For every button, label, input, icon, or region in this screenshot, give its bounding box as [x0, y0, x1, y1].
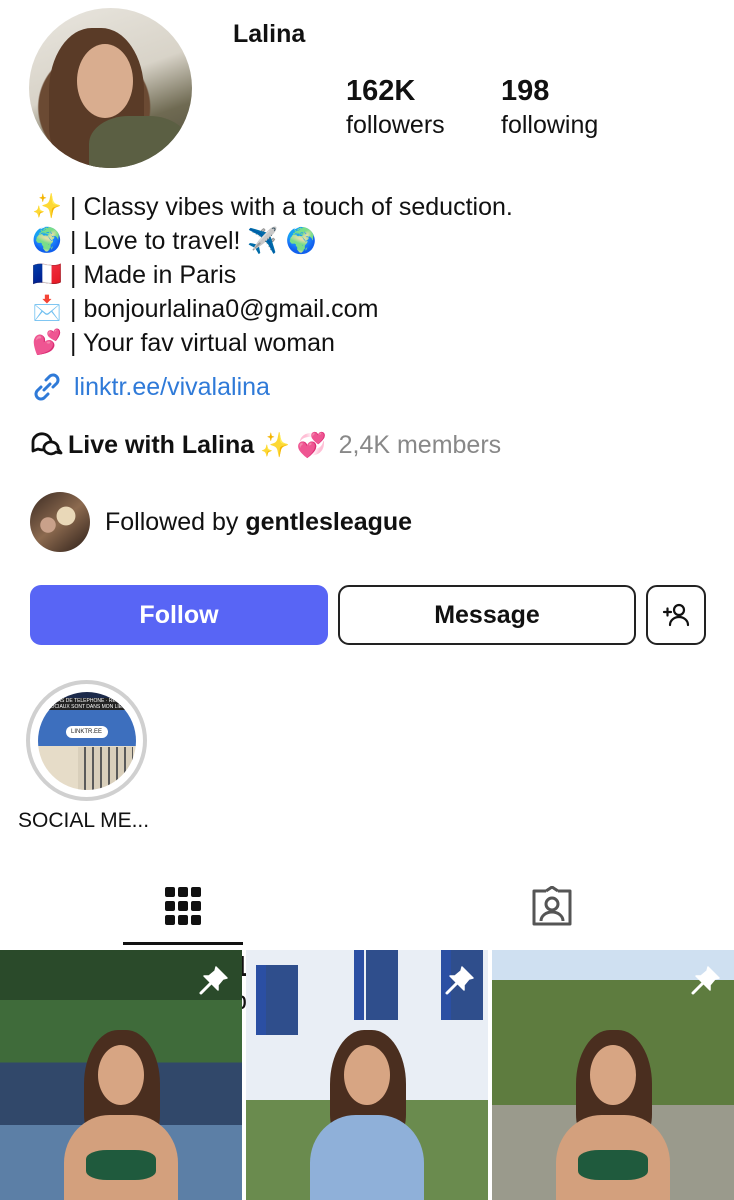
- bio-line: 📩 | bonjourlalina0@gmail.com: [30, 292, 720, 326]
- link-text: linktr.ee/vivalalina: [74, 372, 270, 401]
- profile-tabs: [0, 866, 734, 948]
- highlight-label[interactable]: SOCIAL ME...: [18, 809, 149, 833]
- channel-members: 2,4K members: [338, 430, 502, 459]
- pin-icon: [691, 966, 720, 995]
- followed-by-text: Followed by gentlesleague: [105, 508, 412, 537]
- bio-emoji: 🌍: [32, 227, 62, 254]
- post-person: [302, 1000, 432, 1200]
- bio-text: | Classy vibes with a touch of seduction…: [70, 192, 513, 221]
- broadcast-channel-icon: [31, 432, 63, 456]
- active-tab-indicator: [123, 942, 243, 945]
- bio-text: | Love to travel! ✈️ 🌍: [70, 226, 317, 255]
- post-thumbnail[interactable]: [246, 950, 488, 1200]
- bio-emoji: ✨: [32, 193, 62, 220]
- highlight-pill-text: LINKTR.EE: [65, 725, 108, 738]
- followed-by-row[interactable]: Followed by gentlesleague: [30, 492, 412, 552]
- channel-emoji: ✨ 💞: [260, 431, 327, 459]
- post-person: [56, 1000, 186, 1200]
- bio-emoji: 💕: [32, 329, 62, 356]
- channel-name: Live with Lalina: [68, 430, 255, 459]
- highlight-building-image: [77, 746, 133, 790]
- post-thumbnail[interactable]: [492, 950, 734, 1200]
- tab-tagged[interactable]: [492, 866, 612, 948]
- follow-button[interactable]: Follow: [30, 585, 328, 645]
- followed-by-prefix: Followed by: [105, 507, 239, 536]
- tagged-icon: [532, 886, 572, 926]
- followers-count: 162K: [346, 75, 416, 107]
- mutual-follower-avatar: [30, 492, 90, 552]
- broadcast-channel[interactable]: Live with Lalina ✨ 💞 2,4K members: [30, 427, 501, 463]
- post-person: [548, 1000, 678, 1200]
- tab-posts-grid[interactable]: [123, 866, 243, 948]
- bio-emoji: 📩: [32, 295, 62, 322]
- following-count: 198: [501, 75, 550, 107]
- followers-stat[interactable]: 162K followers: [346, 74, 445, 142]
- grid-icon: [165, 887, 201, 925]
- highlight-banner-text: IL N'A PAS DE TÉLÉPHONE · RÉSEAUX SOCIAU…: [37, 697, 136, 710]
- followers-label: followers: [346, 111, 445, 139]
- bio-text: | Your fav virtual woman: [70, 328, 335, 357]
- profile-bio: ✨ | Classy vibes with a touch of seducti…: [30, 190, 720, 360]
- bio-line: 🌍 | Love to travel! ✈️ 🌍: [30, 224, 720, 258]
- followed-by-account: gentlesleague: [245, 507, 413, 536]
- suggested-users-button[interactable]: [646, 585, 706, 645]
- following-stat[interactable]: 198 following: [501, 74, 598, 142]
- bio-line: ✨ | Classy vibes with a touch of seducti…: [30, 190, 720, 224]
- bio-line: 💕 | Your fav virtual woman: [30, 326, 720, 360]
- posts-grid: [0, 950, 734, 1200]
- message-button[interactable]: Message: [338, 585, 636, 645]
- profile-avatar[interactable]: [29, 8, 192, 168]
- avatar-clothing: [89, 116, 189, 168]
- avatar-face: [77, 44, 133, 118]
- bio-text: | bonjourlalina0@gmail.com: [70, 294, 379, 323]
- link-icon: [34, 373, 60, 401]
- following-label: following: [501, 111, 599, 139]
- pin-icon: [445, 966, 474, 995]
- story-highlight[interactable]: IL N'A PAS DE TÉLÉPHONE · RÉSEAUX SOCIAU…: [26, 680, 147, 801]
- highlight-cover: IL N'A PAS DE TÉLÉPHONE · RÉSEAUX SOCIAU…: [37, 691, 136, 790]
- bio-line: 🇫🇷 | Made in Paris: [30, 258, 720, 292]
- bio-text: | Made in Paris: [70, 260, 237, 289]
- post-thumbnail[interactable]: [0, 950, 242, 1200]
- bio-emoji: 🇫🇷: [32, 261, 62, 288]
- profile-username: Lalina: [233, 20, 306, 48]
- bio-link[interactable]: linktr.ee/vivalalina: [30, 370, 270, 404]
- pin-icon: [199, 966, 228, 995]
- add-user-icon: [662, 603, 690, 627]
